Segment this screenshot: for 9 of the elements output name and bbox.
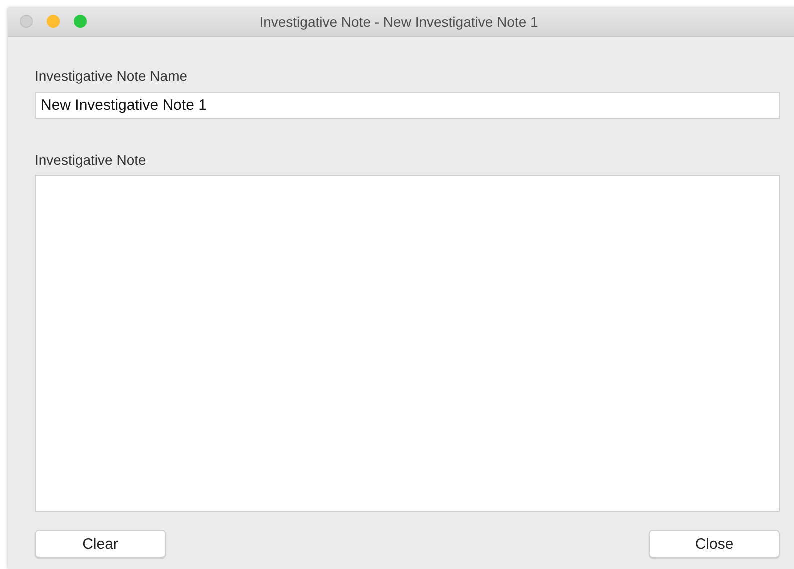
- close-button[interactable]: Close: [649, 530, 780, 558]
- window-title: Investigative Note - New Investigative Note 1: [260, 14, 538, 30]
- minimize-icon[interactable]: [47, 15, 60, 28]
- zoom-icon[interactable]: [74, 15, 87, 28]
- clear-button[interactable]: Clear: [35, 530, 166, 558]
- field-label: Investigative Note Name: [35, 68, 189, 86]
- note-field[interactable]: [35, 175, 780, 512]
- field-label: Investigative Note: [35, 152, 148, 170]
- name-field[interactable]: New Investigative Note 1: [35, 92, 780, 119]
